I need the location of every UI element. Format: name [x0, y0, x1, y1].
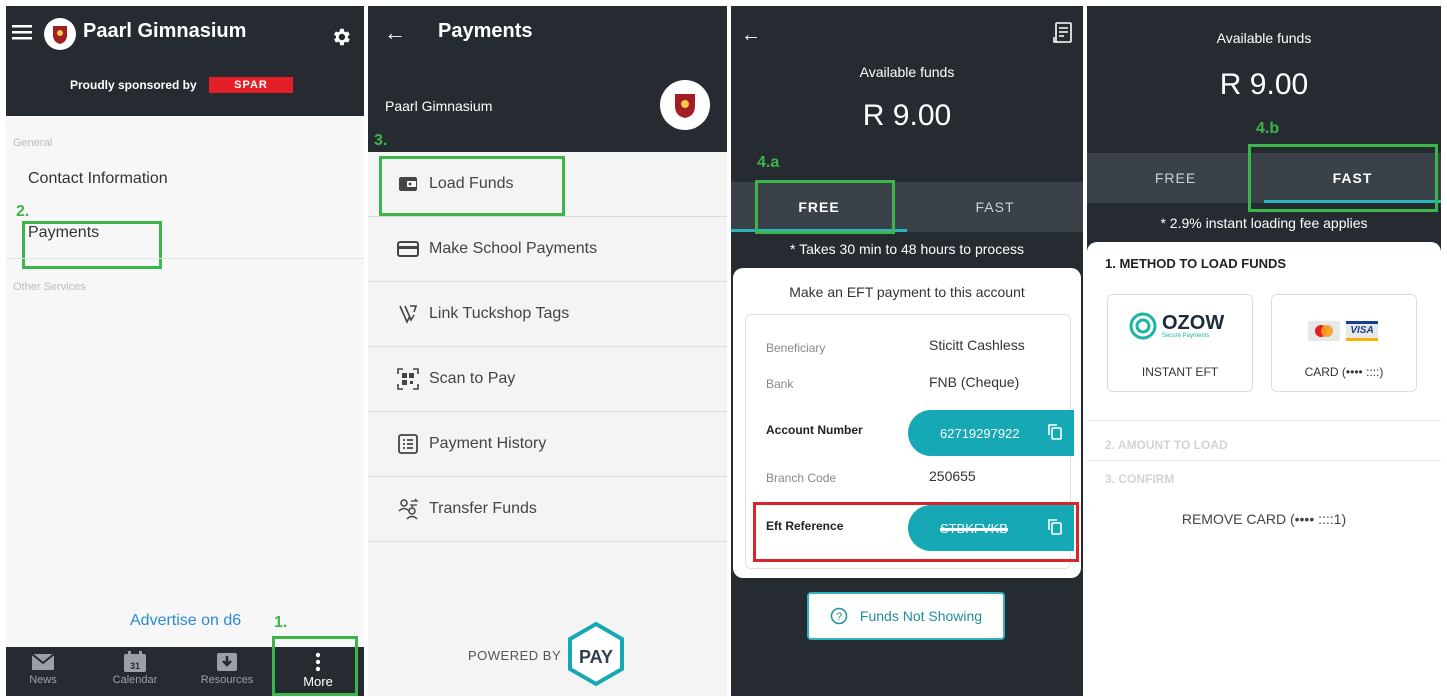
school-crest-icon: [660, 80, 710, 130]
app-title: Paarl Gimnasium: [83, 20, 247, 42]
qr-scan-icon: [396, 368, 420, 390]
home-screen: Paarl Gimnasium Proudly sponsored by SPA…: [6, 6, 364, 696]
available-funds-amount: R 9.00: [862, 99, 952, 132]
section-general: General: [13, 137, 53, 149]
card-label: CARD (•••• ::::): [1304, 365, 1384, 379]
available-funds-label: Available funds: [859, 64, 955, 80]
powered-by-text: POWERED BY: [468, 648, 562, 663]
divider: [1087, 460, 1441, 461]
fee-note: * 2.9% instant loading fee applies: [1160, 215, 1368, 231]
tab-fast[interactable]: FAST: [907, 182, 1083, 232]
school-crest-icon: [44, 18, 76, 50]
confirm-step: 3. CONFIRM: [1105, 472, 1175, 486]
sponsor-text: Proudly sponsored by: [70, 78, 197, 92]
menu-transfer-funds[interactable]: Transfer Funds: [368, 477, 727, 542]
svg-text:31: 31: [130, 661, 140, 671]
highlight-eft-reference: [753, 502, 1079, 562]
amount-to-load-step: 2. AMOUNT TO LOAD: [1105, 438, 1228, 452]
svg-text:?: ?: [836, 611, 842, 623]
hamburger-menu-icon[interactable]: [12, 24, 32, 45]
highlight-free-tab: [755, 180, 895, 234]
step-3-label: 3.: [374, 132, 388, 149]
processing-note: * Takes 30 min to 48 hours to process: [790, 241, 1024, 257]
eft-details-card: Make an EFT payment to this account Bene…: [733, 268, 1081, 578]
nav-calendar[interactable]: 31 Calendar: [100, 651, 170, 686]
payments-header: ← Payments Paarl Gimnasium: [368, 6, 727, 152]
nav-news[interactable]: News: [8, 651, 78, 686]
account-number-label: Account Number: [766, 423, 863, 437]
highlight-fast-tab: [1248, 144, 1438, 212]
menu-payment-history[interactable]: Payment History: [368, 412, 727, 477]
payments-screen: ← Payments Paarl Gimnasium 3. Load Funds…: [368, 6, 727, 696]
method-title: 1. METHOD TO LOAD FUNDS: [1105, 256, 1287, 271]
step-2-label: 2.: [16, 203, 30, 220]
divider: [1087, 420, 1441, 421]
back-arrow-icon[interactable]: ←: [741, 24, 761, 47]
account-number-copy[interactable]: 62719297922: [908, 410, 1074, 456]
divider: [6, 258, 364, 259]
list-history-icon: [396, 434, 420, 454]
mastercard-icon: [1308, 321, 1340, 341]
school-name: Paarl Gimnasium: [385, 98, 493, 114]
section-other-services: Other Services: [13, 281, 86, 293]
receipt-icon[interactable]: [1053, 22, 1073, 49]
available-funds-label: Available funds: [1216, 30, 1312, 46]
calendar-icon: 31: [124, 651, 146, 672]
app-header: Paarl Gimnasium Proudly sponsored by SPA…: [6, 6, 364, 116]
pay-logo: PAY: [567, 621, 625, 692]
ozow-logo: OZOW Secure Payments: [1128, 311, 1224, 341]
visa-icon: VISA: [1346, 321, 1378, 341]
back-arrow-icon[interactable]: ←: [384, 20, 406, 46]
advertise-link[interactable]: Advertise on d6: [130, 612, 241, 630]
instant-eft-option[interactable]: OZOW Secure Payments INSTANT EFT: [1107, 294, 1253, 392]
gear-icon[interactable]: [330, 26, 352, 53]
menu-link-tuckshop-tags[interactable]: Link Tuckshop Tags: [368, 282, 727, 347]
beneficiary-value: Sticitt Cashless: [929, 337, 1025, 353]
remove-card-button[interactable]: REMOVE CARD (•••• ::::1): [1087, 511, 1441, 527]
news-icon: [31, 653, 55, 670]
spar-logo: SPAR: [209, 77, 293, 93]
available-funds-amount: R 9.00: [1219, 68, 1309, 101]
highlight-load-funds: [379, 156, 565, 216]
download-icon: [217, 653, 237, 671]
card-option[interactable]: VISA CARD (•••• ::::): [1271, 294, 1417, 392]
svg-text:PAY: PAY: [579, 647, 613, 667]
card-title: Make an EFT payment to this account: [789, 284, 1025, 300]
step-1-label: 1.: [274, 614, 288, 631]
branch-code-label: Branch Code: [766, 471, 837, 485]
contact-information-item[interactable]: Contact Information: [28, 170, 168, 188]
beneficiary-label: Beneficiary: [766, 341, 826, 355]
funds-not-showing-button[interactable]: ? Funds Not Showing: [807, 592, 1005, 640]
bank-value: FNB (Cheque): [929, 374, 1020, 390]
load-method-panel: 1. METHOD TO LOAD FUNDS OZOW Secure Paym…: [1087, 242, 1441, 696]
card-brands: VISA: [1308, 321, 1378, 341]
menu-scan-to-pay[interactable]: Scan to Pay: [368, 347, 727, 412]
bank-label: Bank: [766, 377, 794, 391]
highlight-payments: [22, 221, 162, 269]
load-funds-fast-screen: Available funds R 9.00 4.b FREE FAST * 2…: [1087, 6, 1441, 696]
highlight-more: [272, 636, 358, 696]
help-circle-icon: ?: [830, 607, 848, 625]
transfer-users-icon: [396, 498, 420, 520]
load-funds-free-screen: ← Available funds R 9.00 4.a FREE FAST *…: [731, 6, 1083, 696]
ozow-icon: [1129, 312, 1157, 340]
page-title: Payments: [438, 20, 533, 42]
instant-eft-label: INSTANT EFT: [1141, 365, 1219, 379]
step-4b-label: 4.b: [1256, 120, 1280, 137]
step-4a-label: 4.a: [757, 154, 780, 171]
tag-icon: [396, 303, 420, 325]
tab-free[interactable]: FREE: [1087, 153, 1264, 203]
branch-code-value: 250655: [929, 468, 976, 484]
copy-icon: [1048, 424, 1062, 440]
credit-card-icon: [396, 241, 420, 257]
menu-make-school-payments[interactable]: Make School Payments: [368, 217, 727, 282]
nav-resources[interactable]: Resources: [192, 651, 262, 686]
